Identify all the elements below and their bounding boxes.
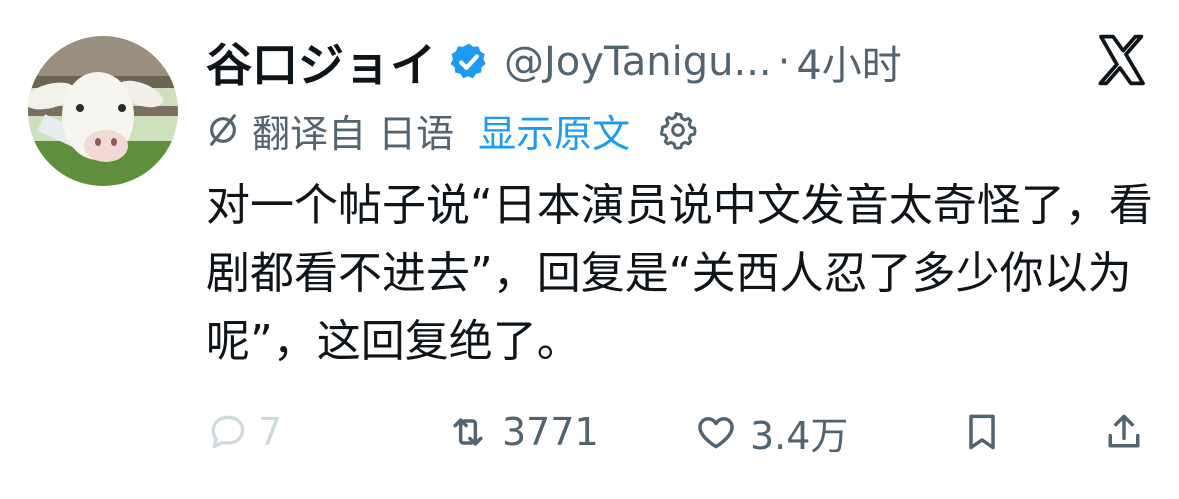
verified-badge-icon [450, 43, 486, 79]
bookmark-button[interactable] [960, 400, 1004, 464]
handle[interactable]: @JoyTanigu... [504, 39, 772, 85]
like-count: 3.4万 [750, 413, 849, 458]
tweet-card: 谷口ジョイ @JoyTanigu... · 4小时 翻译自 日语 显示原文 对一… [0, 0, 1179, 499]
separator-dot: · [777, 39, 791, 85]
like-icon [698, 417, 734, 449]
like-button[interactable]: 3.4万 [694, 400, 848, 464]
retweet-count: 3771 [502, 410, 599, 454]
gear-icon[interactable] [658, 110, 698, 150]
display-name[interactable]: 谷口ジョイ [206, 29, 436, 95]
avatar[interactable] [28, 36, 178, 186]
reply-count: 7 [258, 410, 283, 454]
translate-icon [210, 114, 236, 146]
reply-icon [211, 415, 245, 449]
share-icon [1108, 414, 1140, 448]
goat-photo [28, 36, 178, 186]
tweet-text: 对一个帖子说“日本演员说中文发音太奇怪了，看剧都看不进去”，回复是“关西人忍了多… [206, 180, 1153, 367]
share-button[interactable] [1102, 400, 1146, 464]
tweet-header: 谷口ジョイ @JoyTanigu... · 4小时 [206, 32, 902, 92]
retweet-icon [453, 418, 483, 446]
action-bar: 7 3771 3.4万 [206, 400, 1150, 464]
translation-bar: 翻译自 日语 显示原文 [206, 104, 698, 156]
translated-from-label: 翻译自 日语 [252, 111, 455, 156]
show-original-link[interactable]: 显示原文 [478, 103, 630, 158]
reply-button[interactable]: 7 [206, 400, 282, 464]
x-logo-icon[interactable] [1094, 32, 1150, 88]
timestamp[interactable]: 4小时 [796, 33, 901, 91]
retweet-button[interactable]: 3771 [446, 400, 599, 464]
bookmark-icon [969, 414, 995, 450]
